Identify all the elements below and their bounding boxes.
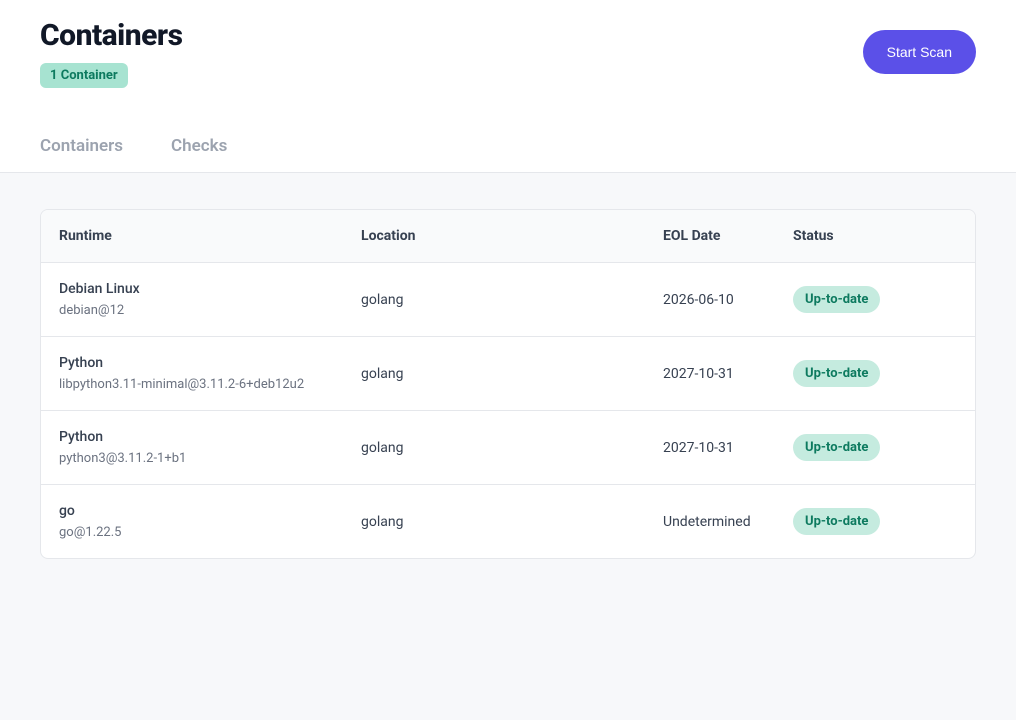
location-text: golang — [361, 514, 403, 530]
tabs: Containers Checks — [40, 136, 976, 172]
eol-text: Undetermined — [663, 514, 751, 530]
column-header-eol: EOL Date — [645, 210, 775, 262]
status-badge: Up-to-date — [793, 508, 880, 535]
cell-location: golang — [343, 422, 645, 474]
runtime-version: debian@12 — [59, 303, 325, 318]
header-region: Containers 1 Container Start Scan Contai… — [0, 0, 1016, 172]
location-text: golang — [361, 292, 403, 308]
runtime-name: Debian Linux — [59, 281, 325, 297]
cell-eol: Undetermined — [645, 496, 775, 548]
eol-text: 2026-06-10 — [663, 292, 734, 308]
status-badge: Up-to-date — [793, 360, 880, 387]
runtime-name: Python — [59, 355, 325, 371]
start-scan-button[interactable]: Start Scan — [863, 30, 976, 74]
page-title: Containers — [40, 18, 183, 53]
cell-runtime: Python libpython3.11-minimal@3.11.2-6+de… — [41, 337, 343, 410]
header-top: Containers 1 Container Start Scan — [40, 18, 976, 88]
cell-location: golang — [343, 274, 645, 326]
column-header-status: Status — [775, 210, 975, 262]
title-block: Containers 1 Container — [40, 18, 183, 88]
table-row[interactable]: Debian Linux debian@12 golang 2026-06-10… — [41, 263, 975, 337]
cell-status: Up-to-date — [775, 416, 975, 479]
cell-eol: 2027-10-31 — [645, 422, 775, 474]
container-count-badge: 1 Container — [40, 63, 128, 88]
cell-eol: 2027-10-31 — [645, 348, 775, 400]
tab-checks[interactable]: Checks — [171, 136, 227, 156]
runtime-name: Python — [59, 429, 325, 445]
status-badge: Up-to-date — [793, 434, 880, 461]
column-header-location: Location — [343, 210, 645, 262]
eol-text: 2027-10-31 — [663, 366, 734, 382]
cell-eol: 2026-06-10 — [645, 274, 775, 326]
runtimes-table: Runtime Location EOL Date Status Debian … — [40, 209, 976, 559]
cell-status: Up-to-date — [775, 268, 975, 331]
table-header: Runtime Location EOL Date Status — [41, 210, 975, 263]
cell-location: golang — [343, 496, 645, 548]
cell-runtime: Debian Linux debian@12 — [41, 263, 343, 336]
location-text: golang — [361, 366, 403, 382]
content-region: Runtime Location EOL Date Status Debian … — [0, 172, 1016, 720]
table-row[interactable]: go go@1.22.5 golang Undetermined Up-to-d… — [41, 485, 975, 558]
cell-runtime: Python python3@3.11.2-1+b1 — [41, 411, 343, 484]
location-text: golang — [361, 440, 403, 456]
cell-status: Up-to-date — [775, 490, 975, 553]
runtime-version: go@1.22.5 — [59, 525, 325, 540]
runtime-version: python3@3.11.2-1+b1 — [59, 451, 325, 466]
column-header-runtime: Runtime — [41, 210, 343, 262]
eol-text: 2027-10-31 — [663, 440, 734, 456]
cell-location: golang — [343, 348, 645, 400]
cell-status: Up-to-date — [775, 342, 975, 405]
status-badge: Up-to-date — [793, 286, 880, 313]
runtime-version: libpython3.11-minimal@3.11.2-6+deb12u2 — [59, 377, 325, 392]
runtime-name: go — [59, 503, 325, 519]
cell-runtime: go go@1.22.5 — [41, 485, 343, 558]
table-row[interactable]: Python python3@3.11.2-1+b1 golang 2027-1… — [41, 411, 975, 485]
tab-containers[interactable]: Containers — [40, 136, 123, 156]
table-row[interactable]: Python libpython3.11-minimal@3.11.2-6+de… — [41, 337, 975, 411]
